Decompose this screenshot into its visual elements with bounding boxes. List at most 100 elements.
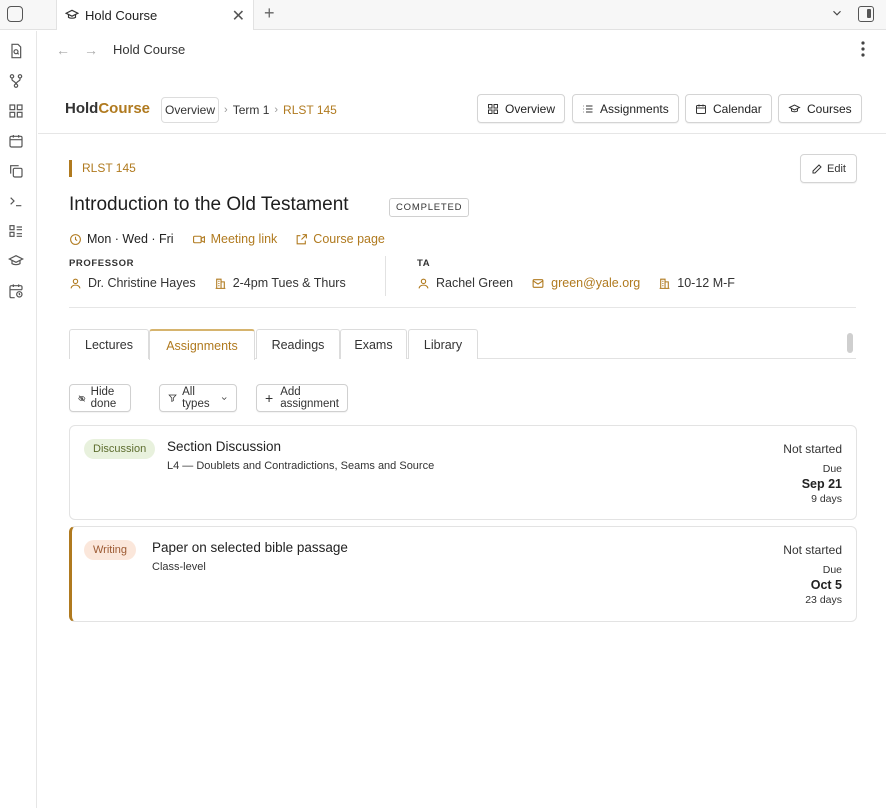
terminal-icon[interactable]	[8, 193, 24, 209]
professor-office-hours: 2-4pm Tues & Thurs	[214, 276, 346, 290]
courses-button[interactable]: Courses	[778, 94, 862, 123]
pencil-icon	[812, 163, 822, 173]
building-icon	[659, 278, 670, 289]
professor-office-hours-text: 2-4pm Tues & Thurs	[232, 276, 346, 290]
assignments-button-label: Assignments	[600, 101, 669, 116]
logo-text-hold: Hold	[65, 100, 99, 117]
more-vertical-icon[interactable]	[856, 40, 870, 58]
people-section: PROFESSOR Dr. Christine Hayes 2-4pm Tues…	[69, 256, 856, 308]
meeting-link[interactable]: Meeting link	[192, 232, 278, 246]
search-document-icon[interactable]	[8, 43, 24, 59]
graduation-cap-icon[interactable]	[8, 253, 24, 269]
copy-icon[interactable]	[8, 163, 24, 179]
app-header: HoldCourse Overview › Term 1 › RLST 145 …	[38, 70, 886, 134]
ta-email-link[interactable]: green@yale.org	[531, 276, 640, 290]
edit-button[interactable]: Edit	[800, 154, 857, 183]
graduation-cap-icon	[788, 103, 801, 112]
schedule: Mon · Wed · Fri	[69, 232, 174, 246]
back-arrow-icon[interactable]: ←	[56, 42, 70, 58]
due-label: Due	[822, 463, 842, 475]
meeting-link-label: Meeting link	[210, 232, 278, 246]
assignment-status: Not started	[783, 442, 842, 456]
new-tab-icon[interactable]: +	[264, 3, 275, 24]
type-filter-select[interactable]: All types	[159, 384, 238, 412]
assignment-card[interactable]: Discussion Section Discussion L4 — Doubl…	[69, 425, 857, 520]
assignment-card[interactable]: Writing Paper on selected bible passage …	[69, 526, 857, 622]
days-remaining: 23 days	[805, 594, 842, 606]
external-link-icon	[296, 233, 308, 244]
chevron-down-icon[interactable]	[830, 6, 844, 20]
course-page-link[interactable]: Course page	[295, 232, 385, 246]
course-meta-row: Mon · Wed · Fri Meeting link Course page	[69, 230, 403, 248]
assignment-subtitle: L4 — Doublets and Contradictions, Seams …	[167, 460, 435, 472]
app-sidebar	[0, 31, 37, 808]
hide-done-button[interactable]: Hide done	[69, 384, 131, 412]
video-icon	[192, 235, 205, 243]
type-tag: Writing	[84, 540, 137, 560]
hide-done-label: Hide done	[90, 386, 117, 410]
professor-name-text: Dr. Christine Hayes	[88, 276, 196, 290]
professor-row: Dr. Christine Hayes 2-4pm Tues & Thurs	[69, 276, 364, 290]
schedule-text: Mon · Wed · Fri	[87, 232, 174, 246]
calendar-icon[interactable]	[8, 133, 24, 149]
days-remaining: 9 days	[811, 493, 842, 505]
tab-readings[interactable]: Readings	[256, 329, 340, 359]
app-logo[interactable]: HoldCourse	[65, 100, 150, 117]
user-icon	[70, 278, 81, 288]
calendar-button-label: Calendar	[713, 101, 762, 116]
status-badge: COMPLETED	[389, 198, 470, 217]
calendar-button[interactable]: Calendar	[685, 94, 772, 123]
assignment-due-info: Not started Due Sep 21 9 days	[783, 442, 842, 505]
tab-title: Hold Course	[85, 7, 158, 23]
breadcrumb-current: RLST 145	[283, 103, 337, 117]
add-assignment-label: Add assignment	[280, 386, 339, 410]
browser-tab-bar: Hold Course ✕ +	[0, 0, 886, 30]
ta-email-text: green@yale.org	[551, 276, 641, 290]
graduation-cap-icon	[65, 9, 79, 19]
course-page-label: Course page	[313, 232, 385, 246]
grid-icon[interactable]	[8, 103, 24, 119]
assignments-button[interactable]: Assignments	[572, 94, 679, 123]
professor-name: Dr. Christine Hayes	[69, 276, 196, 290]
ta-row: Rachel Green green@yale.org 10-12 M-F	[417, 276, 753, 290]
close-tab-icon[interactable]: ✕	[232, 6, 245, 26]
breadcrumb-separator: ›	[274, 104, 279, 116]
overview-button[interactable]: Overview	[477, 94, 566, 123]
calendar-icon	[696, 104, 706, 114]
user-icon	[418, 278, 429, 288]
due-date: Sep 21	[801, 477, 842, 491]
course-code: RLST 145	[69, 160, 136, 177]
mail-icon	[532, 278, 544, 288]
eye-off-icon	[78, 394, 86, 402]
courses-button-label: Courses	[807, 101, 852, 116]
tab-lectures[interactable]: Lectures	[69, 329, 149, 359]
plus-icon: +	[265, 390, 274, 406]
add-assignment-button[interactable]: + Add assignment	[256, 384, 348, 412]
breadcrumb-separator: ›	[224, 104, 228, 116]
due-label: Due	[822, 564, 842, 576]
type-filter-label: All types	[182, 386, 210, 410]
tabs-scrollbar[interactable]	[847, 333, 853, 353]
tab-exams[interactable]: Exams	[340, 329, 407, 359]
assignment-status: Not started	[783, 543, 842, 557]
sidebar-toggle-icon[interactable]	[7, 6, 23, 22]
browser-tab[interactable]: Hold Course ✕	[56, 0, 254, 30]
list-icon[interactable]	[8, 223, 24, 239]
clock-icon	[70, 233, 81, 245]
course-title: Introduction to the Old Testament	[69, 194, 349, 215]
breadcrumb-term[interactable]: Term 1	[233, 103, 270, 117]
list-icon	[583, 105, 593, 112]
side-panel-icon[interactable]	[858, 6, 874, 22]
calendar-clock-icon[interactable]	[8, 283, 24, 299]
workflow-icon[interactable]	[8, 73, 24, 89]
ta-label: TA	[417, 258, 431, 269]
tab-library[interactable]: Library	[408, 329, 478, 359]
type-tag: Discussion	[84, 439, 156, 459]
breadcrumb-overview[interactable]: Overview	[161, 97, 220, 123]
page-address-title: Hold Course	[113, 42, 186, 57]
tab-assignments[interactable]: Assignments	[149, 329, 255, 360]
filter-icon	[168, 394, 177, 403]
grid-icon	[488, 103, 498, 114]
forward-arrow-icon[interactable]: →	[84, 42, 98, 58]
professor-label: PROFESSOR	[69, 258, 135, 269]
